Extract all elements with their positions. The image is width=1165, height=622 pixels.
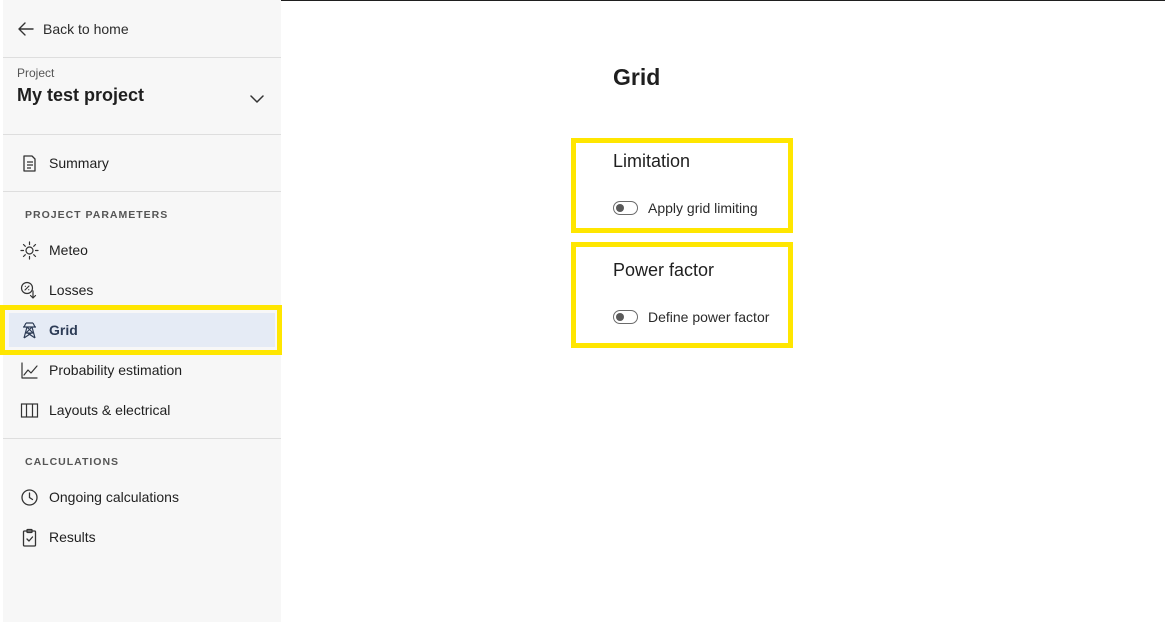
- sidebar-item-label: Summary: [49, 155, 109, 171]
- clipboard-check-icon: [22, 528, 37, 547]
- limitation-title: Limitation: [613, 151, 691, 171]
- divider: [3, 57, 281, 58]
- power-factor-title: Power factor: [613, 260, 715, 280]
- line-chart-icon: [21, 361, 38, 379]
- arrow-left-icon: [18, 22, 34, 36]
- sidebar-item-meteo[interactable]: Meteo: [9, 233, 275, 267]
- section-title-calculations: CALCULATIONS: [25, 456, 120, 468]
- sidebar-item-label: Layouts & electrical: [49, 402, 171, 418]
- sidebar-item-results[interactable]: Results: [9, 520, 275, 554]
- highlight-box: [571, 242, 793, 348]
- sidebar-item-summary[interactable]: Summary: [9, 146, 275, 180]
- sidebar-item-label: Results: [49, 529, 96, 545]
- highlight-box: [0, 305, 282, 355]
- toggle-switch[interactable]: [613, 201, 638, 215]
- document-icon: [23, 154, 36, 172]
- define-power-factor-toggle[interactable]: Define power factor: [613, 308, 769, 326]
- sidebar-item-label: Ongoing calculations: [49, 489, 179, 505]
- toggle-label: Apply grid limiting: [648, 200, 758, 216]
- clock-icon: [21, 488, 38, 506]
- divider: [3, 134, 281, 135]
- apply-grid-limiting-toggle[interactable]: Apply grid limiting: [613, 199, 758, 217]
- columns-icon: [20, 402, 39, 418]
- divider: [3, 191, 281, 192]
- losses-icon: [20, 281, 37, 299]
- toggle-label: Define power factor: [648, 309, 770, 325]
- sidebar-item-label: Meteo: [49, 242, 88, 258]
- sidebar-item-ongoing-calculations[interactable]: Ongoing calculations: [9, 480, 275, 514]
- sidebar-item-layouts-electrical[interactable]: Layouts & electrical: [9, 393, 275, 427]
- top-border: [281, 0, 1165, 1]
- sidebar-item-label: Probability estimation: [49, 362, 183, 378]
- toggle-knob: [616, 203, 624, 212]
- sidebar-item-label: Losses: [49, 282, 94, 298]
- back-to-home-link[interactable]: Back to home: [17, 18, 129, 40]
- toggle-knob: [616, 312, 624, 321]
- sun-icon: [20, 240, 39, 260]
- back-label: Back to home: [43, 21, 129, 37]
- divider: [3, 438, 281, 439]
- toggle-switch[interactable]: [613, 310, 638, 324]
- sidebar-item-probability-estimation[interactable]: Probability estimation: [9, 353, 275, 387]
- project-name[interactable]: My test project: [17, 85, 144, 106]
- section-title-project-parameters: PROJECT PARAMETERS: [25, 209, 169, 221]
- sidebar-item-losses[interactable]: Losses: [9, 273, 275, 307]
- chevron-down-icon[interactable]: [248, 90, 266, 108]
- page-title: Grid: [613, 64, 661, 90]
- project-label: Project: [17, 66, 55, 80]
